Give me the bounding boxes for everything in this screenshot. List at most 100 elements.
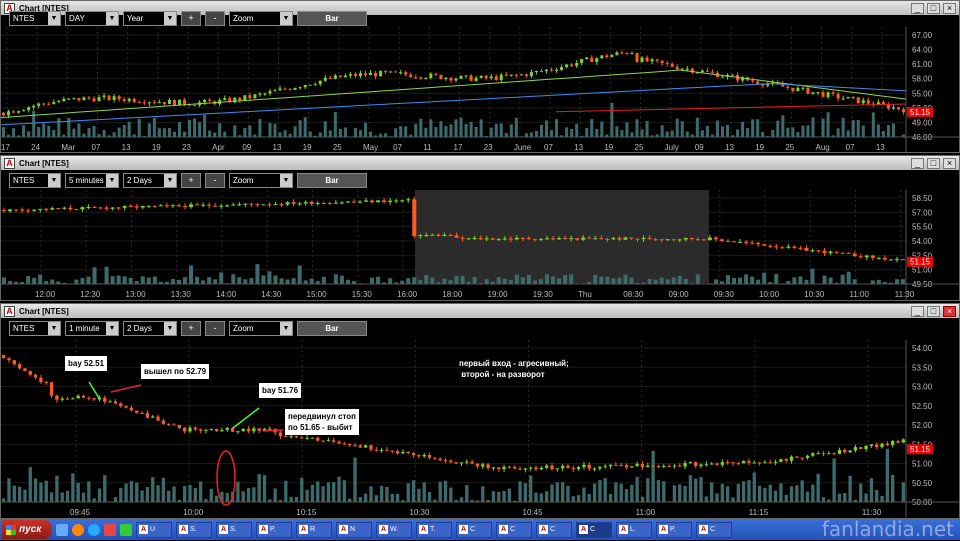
- volume-bar: [769, 485, 772, 502]
- symbol-select[interactable]: NTES▼: [9, 11, 61, 26]
- zoom-out-button[interactable]: -: [205, 321, 225, 336]
- candle-body: [243, 95, 246, 100]
- window-titlebar[interactable]: A Chart [NTES] _ □ ×: [1, 304, 959, 318]
- taskbar-item[interactable]: AS.: [216, 522, 252, 538]
- taskbar-item[interactable]: AW.: [376, 522, 412, 538]
- app-icon: A: [419, 525, 428, 534]
- candle-body: [817, 453, 820, 454]
- zoom-select[interactable]: Zoom▼: [229, 321, 293, 336]
- taskbar-item[interactable]: AC: [496, 522, 532, 538]
- candle-body: [545, 466, 548, 468]
- candle-body: [384, 71, 387, 72]
- desktop-icon[interactable]: [56, 524, 68, 536]
- taskbar-item[interactable]: AC: [576, 522, 612, 538]
- volume-bar: [129, 278, 133, 284]
- volume-bar: [625, 122, 628, 137]
- candle-body: [8, 209, 12, 211]
- candle-body: [319, 81, 322, 84]
- volume-bar: [620, 130, 623, 137]
- candle-body: [258, 94, 261, 95]
- candle-body: [854, 447, 857, 450]
- window-titlebar[interactable]: A Chart [NTES] _ □ ×: [1, 156, 959, 170]
- symbol-select[interactable]: NTES▼: [9, 321, 61, 336]
- candle-body: [376, 200, 380, 202]
- candle-body: [751, 80, 754, 81]
- close-button[interactable]: ×: [943, 158, 956, 169]
- candle-body: [310, 202, 314, 204]
- minimize-button[interactable]: _: [911, 158, 924, 169]
- candle-body: [207, 205, 211, 206]
- candle-body: [686, 69, 689, 70]
- candle-body: [630, 53, 633, 54]
- interval-select[interactable]: 5 minutes▼: [65, 173, 119, 188]
- bar-button[interactable]: Bar: [297, 11, 367, 26]
- daily-price-chart[interactable]: 67.0064.0061.0058.0055.0052.0049.0046.00…: [1, 27, 959, 153]
- range-select[interactable]: Year▼: [123, 11, 177, 26]
- interval-select[interactable]: DAY▼: [65, 11, 119, 26]
- volume-bar: [74, 280, 78, 284]
- candle-body: [72, 98, 75, 99]
- time-tick-label: 13:30: [171, 290, 192, 299]
- price-tick-label: 67.00: [912, 31, 933, 40]
- taskbar-item[interactable]: AC: [456, 522, 492, 538]
- last-price-label: 51.15: [910, 258, 931, 267]
- taskbar-item[interactable]: AP.: [656, 522, 692, 538]
- volume-bar: [370, 278, 374, 284]
- volume-bar: [147, 278, 151, 284]
- taskbar-item[interactable]: AR: [296, 522, 332, 538]
- media-icon[interactable]: [104, 524, 116, 536]
- time-tick-label: 07: [544, 143, 553, 152]
- candle-body: [66, 399, 69, 400]
- zoom-in-button[interactable]: +: [181, 11, 201, 26]
- browser-icon[interactable]: [72, 524, 84, 536]
- taskbar-item[interactable]: AU: [136, 522, 172, 538]
- volume-bar: [188, 485, 191, 502]
- candle-body: [80, 207, 84, 209]
- zoom-out-button[interactable]: -: [205, 11, 225, 26]
- zoom-in-button[interactable]: +: [181, 173, 201, 188]
- volume-bar: [268, 499, 271, 502]
- taskbar-item[interactable]: AC: [536, 522, 572, 538]
- volume-bar: [877, 124, 880, 137]
- maximize-button[interactable]: □: [927, 3, 940, 14]
- taskbar-item[interactable]: AL.: [616, 522, 652, 538]
- candle-body: [379, 71, 382, 76]
- candle-body: [636, 239, 640, 240]
- ie-icon[interactable]: [88, 524, 100, 536]
- time-tick-label: June: [514, 143, 532, 152]
- range-select[interactable]: 2 Days▼: [123, 173, 177, 188]
- taskbar-item[interactable]: AN: [336, 522, 372, 538]
- app-quick-icon[interactable]: [120, 524, 132, 536]
- taskbar-item[interactable]: AT.: [416, 522, 452, 538]
- volume-bar: [309, 131, 312, 137]
- candle-body: [219, 206, 223, 207]
- volume-bar: [32, 278, 36, 284]
- taskbar-item-label: W.: [390, 526, 398, 533]
- close-button[interactable]: ×: [943, 306, 956, 317]
- interval-select[interactable]: 1 minute▼: [65, 321, 119, 336]
- intraday-5min-chart[interactable]: 58.5057.0055.5054.0052.5051.0049.5012:00…: [1, 190, 959, 300]
- volume-bar: [249, 278, 253, 284]
- range-select[interactable]: 2 Days▼: [123, 321, 177, 336]
- zoom-in-button[interactable]: +: [181, 321, 201, 336]
- minimize-button[interactable]: _: [911, 3, 924, 14]
- taskbar-item[interactable]: AP.: [256, 522, 292, 538]
- start-button[interactable]: пуск: [2, 520, 52, 539]
- taskbar-item[interactable]: AS.: [176, 522, 212, 538]
- bar-button[interactable]: Bar: [297, 321, 367, 336]
- volume-bar: [540, 493, 543, 502]
- volume-bar: [508, 489, 511, 502]
- taskbar-item[interactable]: AC: [696, 522, 732, 538]
- volume-bar: [389, 136, 392, 137]
- maximize-button[interactable]: □: [927, 158, 940, 169]
- zoom-out-button[interactable]: -: [205, 173, 225, 188]
- candle-body: [71, 398, 74, 399]
- zoom-select[interactable]: Zoom▼: [229, 173, 293, 188]
- maximize-button[interactable]: □: [927, 306, 940, 317]
- bar-button[interactable]: Bar: [297, 173, 367, 188]
- zoom-select[interactable]: Zoom▼: [229, 11, 293, 26]
- candle-body: [433, 458, 436, 459]
- minimize-button[interactable]: _: [911, 306, 924, 317]
- close-button[interactable]: ×: [943, 3, 956, 14]
- symbol-select[interactable]: NTES▼: [9, 173, 61, 188]
